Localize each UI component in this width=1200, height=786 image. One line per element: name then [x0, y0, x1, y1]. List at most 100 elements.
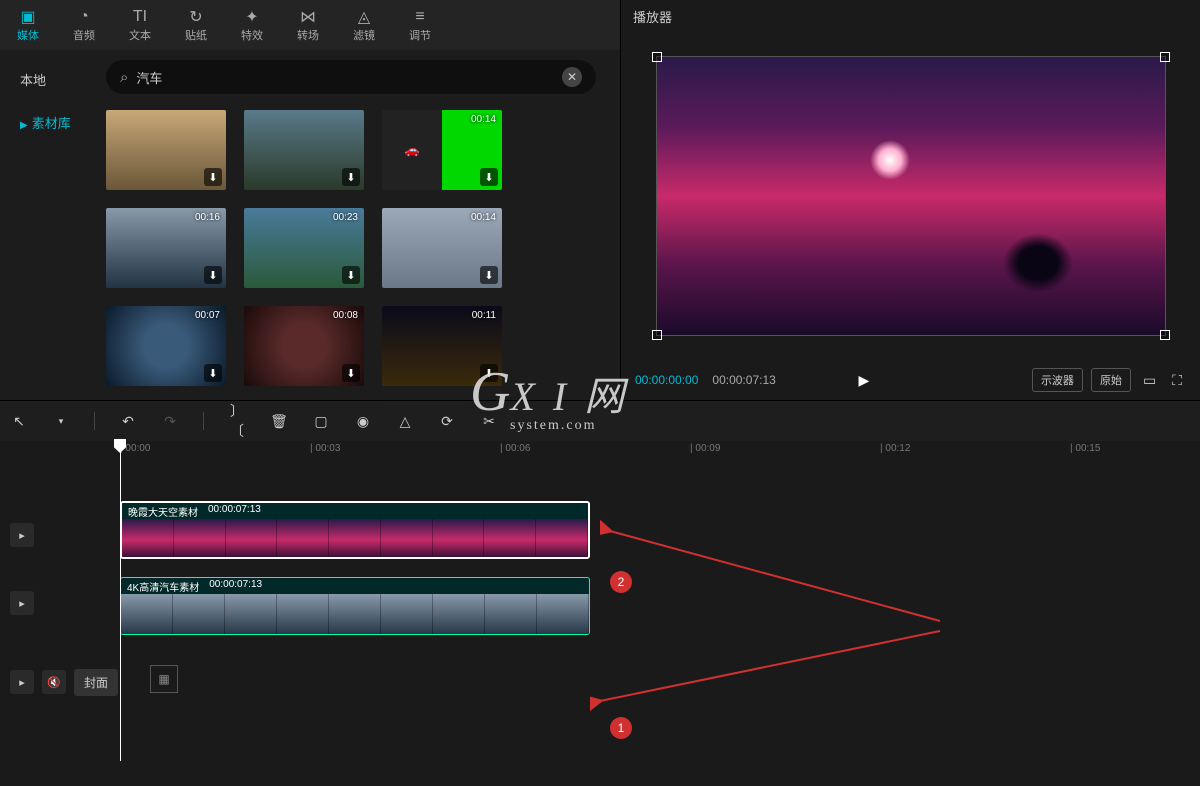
tab-text[interactable]: TI文本 — [112, 2, 168, 48]
download-icon[interactable]: ⬇ — [342, 266, 360, 284]
search-input[interactable] — [136, 70, 562, 85]
tab-label: 转场 — [297, 27, 319, 43]
download-icon[interactable]: ⬇ — [204, 168, 222, 186]
clip-sunset[interactable]: 晚霞大天空素材 00:00:07:13 — [120, 501, 590, 559]
play-button[interactable]: ▶ — [858, 372, 869, 389]
media-grid: ⬇⬇🚗00:14⬇00:16⬇00:23⬇00:14⬇00:07⬇00:08⬇0… — [106, 110, 614, 386]
mute-icon[interactable]: 🔇 — [42, 670, 66, 694]
thumb-duration: 00:11 — [472, 310, 496, 321]
tab-adjust[interactable]: ≡调节 — [392, 2, 448, 48]
sidebar-item-library[interactable]: ▶ 素材库 — [8, 103, 92, 142]
ruler-mark: | 00:03 — [310, 443, 340, 454]
preview-content — [870, 140, 910, 180]
top-tab-bar: ▣媒体 ◔音频 TI文本 ↻贴纸 ✦特效 ⋈转场 ◬滤镜 ≡调节 — [0, 0, 620, 50]
resize-handle-bl[interactable] — [652, 330, 662, 340]
frame-tool[interactable]: ▢ — [312, 413, 330, 430]
thumb-duration: 00:14 — [471, 212, 496, 223]
redo-button[interactable]: ↷ — [161, 413, 179, 430]
media-content: ⌕ ✕ ⬇⬇🚗00:14⬇00:16⬇00:23⬇00:14⬇00:07⬇00:… — [100, 50, 620, 400]
sidebar-item-local[interactable]: 本地 — [8, 60, 92, 99]
preview-content — [1003, 233, 1073, 293]
ruler-mark: | 00:06 — [500, 443, 530, 454]
clip-duration: 00:00:07:13 — [208, 504, 261, 518]
tab-filter[interactable]: ◬滤镜 — [336, 2, 392, 48]
ruler-mark: | 00:12 — [880, 443, 910, 454]
time-duration: 00:00:07:13 — [712, 373, 775, 387]
mirror-tool[interactable]: △ — [396, 413, 414, 430]
download-icon[interactable]: ⬇ — [480, 364, 498, 382]
track-label-1: ▸ — [0, 501, 120, 569]
tab-transition[interactable]: ⋈转场 — [280, 2, 336, 48]
original-button[interactable]: 原始 — [1091, 368, 1131, 392]
timeline-ruler[interactable]: | 00:00| 00:03| 00:06| 00:09| 00:12| 00:… — [120, 441, 1200, 461]
media-thumbnail[interactable]: 🚗00:14⬇ — [382, 110, 502, 190]
scope-button[interactable]: 示波器 — [1032, 368, 1083, 392]
track-toggle-icon[interactable]: ▸ — [10, 523, 34, 547]
download-icon[interactable]: ⬇ — [480, 168, 498, 186]
thumb-duration: 00:16 — [195, 212, 220, 223]
clip-duration: 00:00:07:13 — [209, 579, 262, 593]
search-icon: ⌕ — [120, 69, 128, 86]
download-icon[interactable]: ⬇ — [204, 364, 222, 382]
clear-icon[interactable]: ✕ — [562, 67, 582, 87]
thumb-duration: 00:07 — [195, 310, 220, 321]
media-thumbnail[interactable]: 00:08 ⬇ — [244, 306, 364, 386]
resize-handle-br[interactable] — [1160, 330, 1170, 340]
search-bar[interactable]: ⌕ ✕ — [106, 60, 596, 94]
rotate-tool[interactable]: ⟳ — [438, 413, 456, 430]
media-thumbnail[interactable]: 00:07 ⬇ — [106, 306, 226, 386]
clip-car[interactable]: 4K高清汽车素材 00:00:07:13 — [120, 577, 590, 635]
thumb-duration: 00:14 — [471, 114, 496, 125]
sticker-icon: ↻ — [189, 7, 202, 27]
crop-tool[interactable]: ✂ — [480, 413, 498, 430]
preview-frame[interactable] — [656, 56, 1166, 336]
video-track-2[interactable]: 4K高清汽车素材 00:00:07:13 — [120, 577, 1200, 639]
tab-audio[interactable]: ◔音频 — [56, 2, 112, 48]
cursor-tool[interactable]: ↖ — [10, 413, 28, 430]
side-nav: 本地 ▶ 素材库 — [0, 50, 100, 400]
player-controls: 00:00:00:00 00:00:07:13 ▶ 示波器 原始 ▭ ⛶ — [621, 360, 1200, 400]
track-toggle-icon[interactable]: ▸ — [10, 670, 34, 694]
tab-sticker[interactable]: ↻贴纸 — [168, 2, 224, 48]
split-tool[interactable]: 〕〔 — [228, 401, 246, 441]
cover-placeholder-icon[interactable]: ▦ — [150, 665, 178, 693]
player-viewport — [621, 32, 1200, 360]
speed-tool[interactable]: ◉ — [354, 413, 372, 430]
download-icon[interactable]: ⬇ — [480, 266, 498, 284]
download-icon[interactable]: ⬇ — [204, 266, 222, 284]
tab-effects[interactable]: ✦特效 — [224, 2, 280, 48]
media-thumbnail[interactable]: 00:23 ⬇ — [244, 208, 364, 288]
playhead[interactable] — [120, 441, 121, 761]
resize-handle-tr[interactable] — [1160, 52, 1170, 62]
tab-label: 媒体 — [17, 27, 39, 43]
cover-button[interactable]: 封面 — [74, 669, 118, 696]
tab-media[interactable]: ▣媒体 — [0, 2, 56, 48]
video-track-1[interactable]: 晚霞大天空素材 00:00:07:13 — [120, 501, 1200, 563]
chevron-right-icon: ▶ — [20, 120, 28, 131]
media-thumbnail[interactable]: 00:11 ⬇ — [382, 306, 502, 386]
media-thumbnail[interactable]: 00:16 ⬇ — [106, 208, 226, 288]
cursor-dropdown[interactable]: ▾ — [52, 416, 70, 427]
download-icon[interactable]: ⬇ — [342, 168, 360, 186]
audio-icon: ◔ — [79, 7, 89, 27]
cover-track[interactable]: ▦ — [120, 665, 1200, 705]
thumb-duration: 00:08 — [333, 310, 358, 321]
fullscreen-icon[interactable]: ⛶ — [1168, 372, 1186, 389]
transition-icon: ⋈ — [300, 7, 316, 27]
download-icon[interactable]: ⬇ — [342, 364, 360, 382]
resize-handle-tl[interactable] — [652, 52, 662, 62]
effects-icon: ✦ — [245, 7, 258, 27]
track-toggle-icon[interactable]: ▸ — [10, 591, 34, 615]
media-thumbnail[interactable]: 00:14 ⬇ — [382, 208, 502, 288]
tracks: 晚霞大天空素材 00:00:07:13 4K高清汽车素材 00:00:07:13 — [120, 461, 1200, 786]
media-thumbnail[interactable]: ⬇ — [106, 110, 226, 190]
ratio-icon[interactable]: ▭ — [1139, 372, 1160, 389]
undo-button[interactable]: ↶ — [119, 413, 137, 430]
player-title: 播放器 — [621, 0, 1200, 32]
text-icon: TI — [133, 7, 147, 27]
clip-name: 晚霞大天空素材 — [128, 504, 198, 518]
sidebar-item-label: 素材库 — [32, 116, 71, 131]
thumb-duration: 00:23 — [333, 212, 358, 223]
media-thumbnail[interactable]: ⬇ — [244, 110, 364, 190]
delete-tool[interactable]: 🗑 — [270, 413, 288, 430]
